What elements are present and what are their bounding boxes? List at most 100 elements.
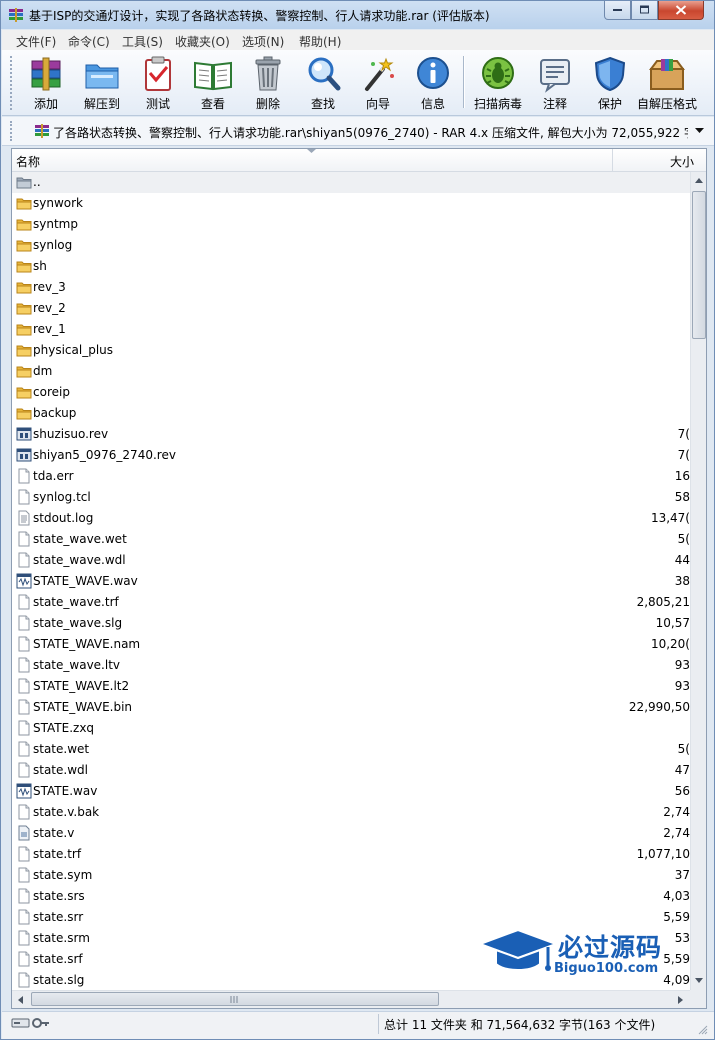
file-size: 5(: [677, 532, 690, 546]
file-row[interactable]: synlog: [12, 235, 690, 256]
file-name: dm: [33, 364, 53, 378]
menu-help[interactable]: 帮助(H): [299, 33, 341, 50]
scroll-down-icon[interactable]: [695, 978, 703, 983]
file-row[interactable]: sh: [12, 256, 690, 277]
file-row[interactable]: state_wave.slg 10,57: [12, 613, 690, 634]
file-icon: [18, 468, 30, 484]
vertical-scrollbar[interactable]: [690, 172, 706, 990]
close-button[interactable]: [658, 1, 704, 20]
file-row[interactable]: STATE_WAVE.lt2 93: [12, 676, 690, 697]
maximize-button[interactable]: [631, 1, 658, 20]
file-row[interactable]: physical_plus: [12, 340, 690, 361]
view-button[interactable]: 查看: [185, 53, 241, 113]
file-row[interactable]: synlog.tcl 58: [12, 487, 690, 508]
info-icon: [417, 57, 449, 89]
file-row[interactable]: stdout.log 13,47(: [12, 508, 690, 529]
comment-icon: [540, 59, 570, 93]
file-row[interactable]: state_wave.ltv 93: [12, 655, 690, 676]
wav-file-icon: [16, 573, 32, 589]
file-row[interactable]: rev_2: [12, 298, 690, 319]
scan-virus-button[interactable]: 扫描病毒: [470, 53, 526, 113]
rev-file-icon: [16, 448, 32, 462]
file-row[interactable]: state_wave.trf 2,805,21: [12, 592, 690, 613]
title-bar[interactable]: 基于ISP的交通灯设计，实现了各路状态转换、警察控制、行人请求功能.rar (评…: [1, 1, 714, 29]
watermark-url: Biguo100.com: [554, 961, 659, 976]
window-title: 基于ISP的交通灯设计，实现了各路状态转换、警察控制、行人请求功能.rar (评…: [29, 9, 490, 23]
file-name: state_wave.ltv: [33, 658, 121, 672]
key-icon[interactable]: [32, 1018, 49, 1028]
file-row[interactable]: state.srr 5,59: [12, 907, 690, 928]
file-row[interactable]: coreip: [12, 382, 690, 403]
file-row[interactable]: state.v.bak 2,74: [12, 802, 690, 823]
file-icon: [18, 657, 30, 673]
scroll-right-icon[interactable]: [678, 996, 683, 1004]
find-button[interactable]: 查找: [295, 53, 351, 113]
minimize-button[interactable]: [604, 1, 631, 20]
file-size: 44: [674, 553, 690, 567]
file-name: state.trf: [33, 847, 82, 861]
menu-tools[interactable]: 工具(S): [122, 33, 163, 50]
chevron-down-icon[interactable]: [695, 128, 704, 134]
wizard-button[interactable]: 向导: [350, 53, 406, 113]
file-row[interactable]: STATE.zxq: [12, 718, 690, 739]
horizontal-scroll-thumb[interactable]: [31, 992, 439, 1006]
drive-icon[interactable]: [11, 1018, 30, 1028]
file-name: state.srr: [33, 910, 84, 924]
address-grip[interactable]: [10, 121, 13, 141]
column-size[interactable]: 大小: [670, 153, 694, 170]
file-row[interactable]: state.sym 37: [12, 865, 690, 886]
file-name: state.slg: [33, 973, 85, 987]
file-row[interactable]: state_wave.wdl 44: [12, 550, 690, 571]
file-row[interactable]: state.v 2,74: [12, 823, 690, 844]
vertical-scroll-thumb[interactable]: [692, 191, 706, 339]
menu-commands[interactable]: 命令(C): [68, 33, 110, 50]
archive-path[interactable]: 了各路状态转换、警察控制、行人请求功能.rar\shiyan5(0976_274…: [53, 124, 688, 141]
file-list[interactable]: 名称 大小 .. synwork syntmp synlog sh rev_3 rev_2 r…: [11, 148, 707, 1009]
file-row[interactable]: state.srs 4,03: [12, 886, 690, 907]
comment-button[interactable]: 注释: [527, 53, 583, 113]
column-divider[interactable]: [612, 149, 613, 171]
test-button[interactable]: 测试: [130, 53, 186, 113]
file-name: state.srf: [33, 952, 83, 966]
file-icon: [18, 615, 30, 631]
scroll-left-icon[interactable]: [18, 996, 23, 1004]
file-row[interactable]: state.trf 1,077,10: [12, 844, 690, 865]
file-name: synlog.tcl: [33, 490, 91, 504]
info-button[interactable]: 信息: [405, 53, 461, 113]
folder-icon: [16, 282, 32, 294]
sfx-button[interactable]: 自解压格式: [637, 53, 697, 113]
file-row[interactable]: ..: [12, 172, 690, 193]
extract-to-button[interactable]: 解压到: [74, 53, 130, 113]
file-row[interactable]: rev_3: [12, 277, 690, 298]
file-size: 93: [674, 679, 690, 693]
maximize-icon: [639, 5, 649, 14]
file-row[interactable]: STATE_WAVE.nam 10,20(: [12, 634, 690, 655]
file-row[interactable]: STATE_WAVE.bin 22,990,50: [12, 697, 690, 718]
file-row[interactable]: dm: [12, 361, 690, 382]
file-row[interactable]: STATE_WAVE.wav 38: [12, 571, 690, 592]
file-row[interactable]: STATE.wav 56: [12, 781, 690, 802]
file-row[interactable]: syntmp: [12, 214, 690, 235]
magnifier-icon: [308, 57, 341, 91]
add-button[interactable]: 添加: [18, 53, 74, 113]
file-row[interactable]: shuzisuo.rev 7(: [12, 424, 690, 445]
menu-file[interactable]: 文件(F): [16, 33, 56, 50]
toolbar-grip[interactable]: [10, 56, 13, 110]
menu-options[interactable]: 选项(N): [242, 33, 284, 50]
menu-favorites[interactable]: 收藏夹(O): [175, 33, 230, 50]
file-row[interactable]: shiyan5_0976_2740.rev 7(: [12, 445, 690, 466]
delete-button[interactable]: 删除: [240, 53, 296, 113]
file-row[interactable]: state.wdl 47: [12, 760, 690, 781]
file-row[interactable]: state_wave.wet 5(: [12, 529, 690, 550]
resize-grip-icon[interactable]: [698, 1025, 708, 1035]
protect-button[interactable]: 保护: [582, 53, 638, 113]
file-row[interactable]: synwork: [12, 193, 690, 214]
scroll-up-icon[interactable]: [695, 178, 703, 183]
file-row[interactable]: rev_1: [12, 319, 690, 340]
column-name[interactable]: 名称: [16, 153, 40, 170]
file-row[interactable]: state.wet 5(: [12, 739, 690, 760]
horizontal-scrollbar[interactable]: [12, 990, 690, 1008]
file-row[interactable]: backup: [12, 403, 690, 424]
file-row[interactable]: tda.err 16: [12, 466, 690, 487]
file-icon: [18, 888, 30, 904]
